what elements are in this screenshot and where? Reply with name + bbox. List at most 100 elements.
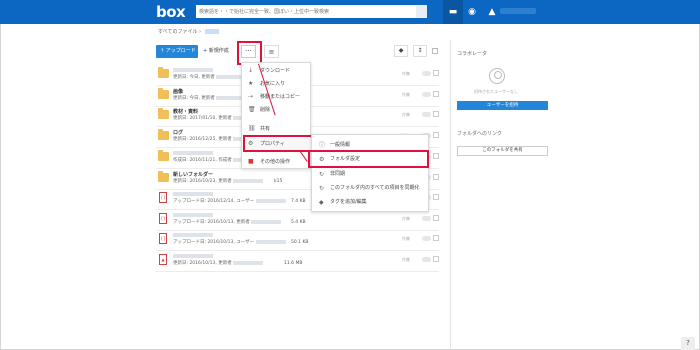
sync-icon: ↻ — [319, 171, 325, 178]
item-meta-text: アップロード日: 2016/10/13, ユーザー — [173, 240, 255, 245]
item-status-label: 作集 — [402, 216, 410, 221]
breadcrumb-root[interactable]: すべてのファイル — [158, 29, 197, 35]
item-name-redacted[interactable] — [173, 253, 213, 259]
menu-item-more-actions[interactable]: ■ その他の操作 — [242, 156, 312, 168]
item-name[interactable]: ログ — [173, 129, 183, 136]
item-name[interactable]: 新しいフォルダー — [173, 171, 213, 178]
item-checkbox[interactable] — [433, 111, 439, 117]
share-folder-button[interactable]: このフォルダを共有 — [457, 146, 548, 156]
item-meta-text: 作成日: 2016/11/21, 作成者 — [173, 158, 232, 163]
highlight-folder-settings — [308, 150, 429, 168]
highlight-properties — [243, 135, 314, 152]
document-icon: {} — [159, 233, 167, 244]
menu-item-label: 削除 — [260, 107, 271, 113]
menu-item-label: 移動またはコピー — [260, 94, 301, 100]
submenu-item-label: 非同期 — [330, 171, 346, 177]
box-logo[interactable]: box — [156, 3, 186, 21]
item-checkbox[interactable] — [433, 132, 439, 138]
item-toggle[interactable] — [422, 216, 431, 221]
document-icon: {} — [159, 192, 167, 203]
item-name[interactable]: 画像 — [173, 88, 183, 95]
item-checkbox[interactable] — [433, 70, 439, 76]
item-checkbox[interactable] — [433, 256, 439, 262]
search-input[interactable] — [196, 5, 416, 18]
sort-button[interactable]: ≡ — [264, 45, 279, 58]
menu-item-delete[interactable]: 🗑 削除 — [242, 104, 312, 116]
download-icon: ↓ — [248, 67, 254, 74]
item-toggle[interactable] — [422, 71, 431, 76]
username-redacted[interactable] — [500, 8, 536, 14]
item-meta-text: 更新日: 2016/10/23, 更新者 — [173, 179, 232, 184]
item-toggle[interactable] — [422, 112, 431, 117]
submenu-item-tags[interactable]: ◆ タグを追加/編集 — [312, 196, 430, 209]
item-name-redacted[interactable] — [173, 150, 213, 156]
item-name-redacted[interactable] — [173, 212, 213, 218]
item-checkbox[interactable] — [433, 215, 439, 221]
item-size: 50.1 KB — [291, 240, 309, 245]
item-name-redacted[interactable] — [173, 191, 213, 197]
item-name-redacted[interactable] — [173, 67, 213, 73]
menu-item-label: 共有 — [260, 126, 271, 132]
document-icon: {} — [159, 213, 167, 224]
file-row[interactable]: {} アップロード日: 2016/10/13, ユーザー 50.1 KB 作集 — [156, 231, 439, 251]
pdf-file-icon: ▲ — [159, 254, 167, 265]
item-size: k15 — [274, 179, 283, 184]
item-meta-text: 更新日: 2017/01/10, 更新者 — [173, 116, 232, 121]
help-button[interactable]: ? — [681, 337, 695, 350]
item-checkbox[interactable] — [433, 235, 439, 241]
item-name[interactable]: 教材・資料 — [173, 108, 198, 115]
item-checkbox[interactable] — [433, 194, 439, 200]
folder-icon — [158, 129, 169, 140]
submenu-item-label: 一般情報 — [330, 142, 351, 148]
tag-icon: ◆ — [319, 199, 324, 206]
search-icon[interactable] — [416, 5, 427, 18]
invite-user-button[interactable]: ユーザーを招待 — [457, 101, 548, 110]
globe-icon[interactable]: ◉ — [465, 5, 479, 19]
folder-icon[interactable]: ▬ — [446, 5, 460, 19]
menu-item-label: ダウンロード — [260, 68, 291, 74]
avatar-placeholder-icon — [489, 68, 505, 84]
item-checkbox[interactable] — [433, 91, 439, 97]
menu-item-download[interactable]: ↓ ダウンロード — [242, 65, 312, 77]
item-checkbox[interactable] — [433, 174, 439, 180]
folder-link-title: フォルダへのリンク — [457, 131, 503, 137]
item-status-label: 作集 — [402, 71, 410, 76]
item-toggle[interactable] — [422, 236, 431, 241]
star-icon: ★ — [248, 80, 254, 87]
sort-order-icon[interactable]: ↕ — [413, 45, 427, 57]
folder-icon — [158, 108, 169, 119]
properties-submenu: ⓘ 一般情報 ⚙ フォルダ設定 ↻ 非同期 ↻ このフォルダ内のすべての項目を同期化 ◆… — [311, 134, 429, 212]
item-meta-text: 更新日: 今日, 更新者 — [173, 75, 215, 80]
menu-item-share[interactable]: ⛓ 共有 — [242, 123, 312, 135]
item-toggle[interactable] — [422, 92, 431, 97]
bell-icon[interactable]: ▲ — [485, 5, 499, 19]
sync-icon: ↻ — [319, 185, 325, 192]
tag-icon[interactable]: ◆ — [394, 45, 408, 57]
item-meta: 更新日: 今日, 更新者 — [173, 95, 247, 101]
submenu-item-label: このフォルダ内のすべての項目を同期化 — [330, 185, 420, 191]
submenu-item-sync-all[interactable]: ↻ このフォルダ内のすべての項目を同期化 — [312, 182, 430, 195]
item-size: 11.6 MB — [284, 261, 303, 266]
select-all-checkbox[interactable] — [432, 48, 438, 54]
breadcrumb-separator: › — [199, 29, 202, 35]
item-name-redacted[interactable] — [173, 232, 213, 238]
item-toggle[interactable] — [422, 257, 431, 262]
app-icon: ■ — [248, 158, 254, 165]
item-meta: 更新日: 2016/10/13, 更新者 — [173, 260, 264, 266]
submenu-item-unsync[interactable]: ↻ 非同期 — [312, 168, 430, 181]
top-bar: box ▬ ◉ ▲ — [0, 0, 700, 24]
item-size: 5.4 KB — [291, 220, 306, 225]
menu-item-move-copy[interactable]: ⇢ 移動またはコピー — [242, 91, 312, 103]
item-meta: アップロード日: 2016/12/14, ユーザー — [173, 198, 286, 204]
file-row[interactable]: {} アップロード日: 2016/10/13, 更新者 5.4 KB 作集 — [156, 211, 439, 231]
menu-item-favorite[interactable]: ★ お気に入り — [242, 78, 312, 90]
link-icon: ⛓ — [248, 125, 256, 132]
upload-button[interactable]: ↑ アップロード — [156, 45, 198, 58]
item-checkbox[interactable] — [433, 153, 439, 159]
item-meta-text: アップロード日: 2016/10/13, 更新者 — [173, 220, 250, 225]
item-status-label: 作集 — [402, 236, 410, 241]
file-row[interactable]: ▲ 更新日: 2016/10/13, 更新者 11.6 MB 作集 — [156, 252, 439, 272]
item-meta: 更新日: 今日, 更新者 — [173, 74, 247, 80]
folder-icon — [158, 150, 169, 161]
new-button[interactable]: + 新規作成 — [201, 45, 237, 58]
